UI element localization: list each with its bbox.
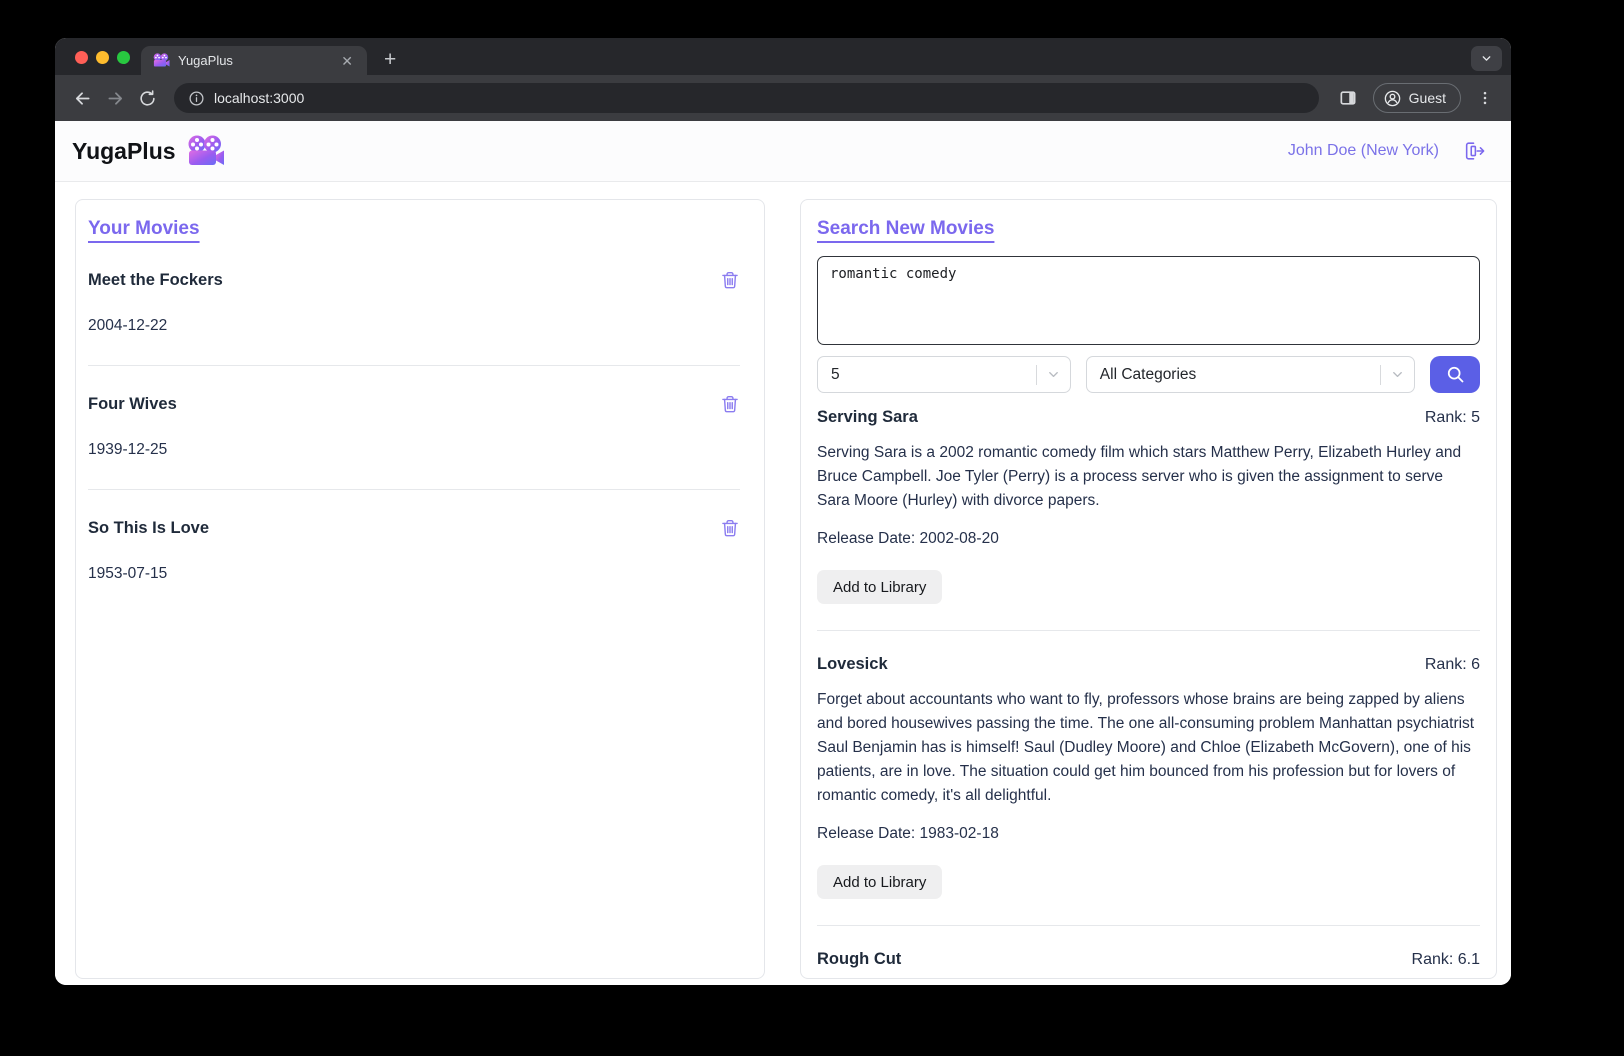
category-select[interactable]: All Categories <box>1085 356 1416 393</box>
browser-window: YugaPlus ✕ + localhost:3000 Guest YugaPl… <box>55 38 1511 985</box>
trash-icon <box>722 271 738 289</box>
library-movie-item: Four Wives 1939-12-25 <box>88 394 740 490</box>
guest-profile-button[interactable]: Guest <box>1372 83 1461 113</box>
tab-search-chevron-button[interactable] <box>1471 46 1502 71</box>
browser-toolbar: localhost:3000 Guest <box>55 75 1511 121</box>
chevron-down-icon <box>1048 372 1058 377</box>
search-button[interactable] <box>1430 356 1480 393</box>
search-result: Lovesick Rank: 6 Forget about accountant… <box>817 655 1480 926</box>
guest-avatar-icon <box>1384 90 1400 106</box>
minimize-window-button[interactable] <box>96 51 109 64</box>
search-result: Serving Sara Rank: 5 Serving Sara is a 2… <box>817 408 1480 631</box>
library-movie-item: Meet the Fockers 2004-12-22 <box>88 270 740 366</box>
fullscreen-window-button[interactable] <box>117 51 130 64</box>
library-movie-item: So This Is Love 1953-07-15 <box>88 518 740 583</box>
search-controls: 5 All Categories <box>817 356 1480 393</box>
divider <box>817 925 1480 926</box>
search-title: Search New Movies <box>817 218 995 239</box>
url-text: localhost:3000 <box>214 90 305 106</box>
divider <box>88 365 740 366</box>
result-release-date: Release Date: 2002-08-20 <box>817 530 999 547</box>
user-name-location: John Doe (New York) <box>1287 142 1439 159</box>
result-rank: Rank: 6 <box>1424 656 1480 673</box>
browser-menu-button[interactable] <box>1473 86 1497 110</box>
side-panel-button[interactable] <box>1335 85 1361 111</box>
your-movies-panel: Your Movies Meet the Fockers 2004-12-22 <box>75 199 765 979</box>
search-result: Rough Cut Rank: 6.1 <box>817 950 1480 969</box>
library-movie-date: 2004-12-22 <box>88 317 168 334</box>
search-panel: Search New Movies romantic comedy 5 All … <box>800 199 1497 979</box>
divider <box>817 630 1480 631</box>
add-to-library-button[interactable]: Add to Library <box>817 570 943 604</box>
result-description: Forget about accountants who want to fly… <box>817 691 1475 804</box>
library-movie-date: 1939-12-25 <box>88 441 168 458</box>
divider <box>1380 364 1382 385</box>
app-title: YugaPlus <box>72 137 176 164</box>
trash-icon <box>722 395 738 413</box>
result-title: Rough Cut <box>817 950 902 968</box>
logout-button[interactable] <box>1463 140 1485 162</box>
three-dots-icon <box>1483 91 1487 105</box>
forward-arrow-icon <box>108 91 123 105</box>
library-movie-title: So This Is Love <box>88 518 210 537</box>
address-bar[interactable]: localhost:3000 <box>174 83 1319 113</box>
result-rank: Rank: 6.1 <box>1411 951 1480 968</box>
result-description: Serving Sara is a 2002 romantic comedy f… <box>817 444 1462 509</box>
tab-title: YugaPlus <box>178 53 233 68</box>
back-button[interactable] <box>69 85 96 112</box>
app-header: YugaPlus John Doe (New York) <box>55 121 1511 182</box>
max-results-value: 5 <box>831 365 840 383</box>
divider <box>88 489 740 490</box>
logout-icon <box>1465 142 1485 160</box>
delete-movie-button[interactable] <box>720 518 740 538</box>
close-window-button[interactable] <box>75 51 88 64</box>
chevron-down-icon <box>1482 56 1491 61</box>
back-arrow-icon <box>75 91 90 105</box>
tab-close-icon[interactable]: ✕ <box>337 52 357 70</box>
search-icon <box>1447 366 1463 383</box>
trash-icon <box>722 519 738 537</box>
side-panel-icon <box>1340 91 1356 105</box>
tab-favicon-movie-camera-icon <box>153 53 170 68</box>
guest-label: Guest <box>1408 90 1446 106</box>
search-query-input[interactable]: romantic comedy <box>817 256 1480 345</box>
tab-strip: YugaPlus ✕ + <box>55 38 1511 75</box>
divider <box>1035 364 1037 385</box>
result-rank: Rank: 5 <box>1424 409 1480 426</box>
add-to-library-button[interactable]: Add to Library <box>817 865 943 899</box>
delete-movie-button[interactable] <box>720 270 740 290</box>
category-value: All Categories <box>1099 365 1197 383</box>
movie-camera-logo-icon <box>187 135 225 168</box>
max-results-select[interactable]: 5 <box>817 356 1071 393</box>
main-content: Your Movies Meet the Fockers 2004-12-22 <box>55 182 1511 985</box>
traffic-lights <box>75 51 130 64</box>
your-movies-title: Your Movies <box>88 218 200 239</box>
site-info-icon[interactable] <box>188 90 205 107</box>
library-movie-date: 1953-07-15 <box>88 565 168 582</box>
refresh-button[interactable] <box>135 86 160 111</box>
forward-button[interactable] <box>102 85 129 112</box>
chevron-down-icon <box>1393 372 1403 377</box>
library-movie-title: Meet the Fockers <box>88 270 223 289</box>
delete-movie-button[interactable] <box>720 394 740 414</box>
result-title: Lovesick <box>817 655 888 673</box>
tab-yugaplus[interactable]: YugaPlus ✕ <box>141 46 367 75</box>
result-title: Serving Sara <box>817 408 918 426</box>
refresh-icon <box>140 89 155 106</box>
result-release-date: Release Date: 1983-02-18 <box>817 825 999 842</box>
new-tab-button[interactable]: + <box>380 49 400 70</box>
library-movie-title: Four Wives <box>88 394 177 413</box>
